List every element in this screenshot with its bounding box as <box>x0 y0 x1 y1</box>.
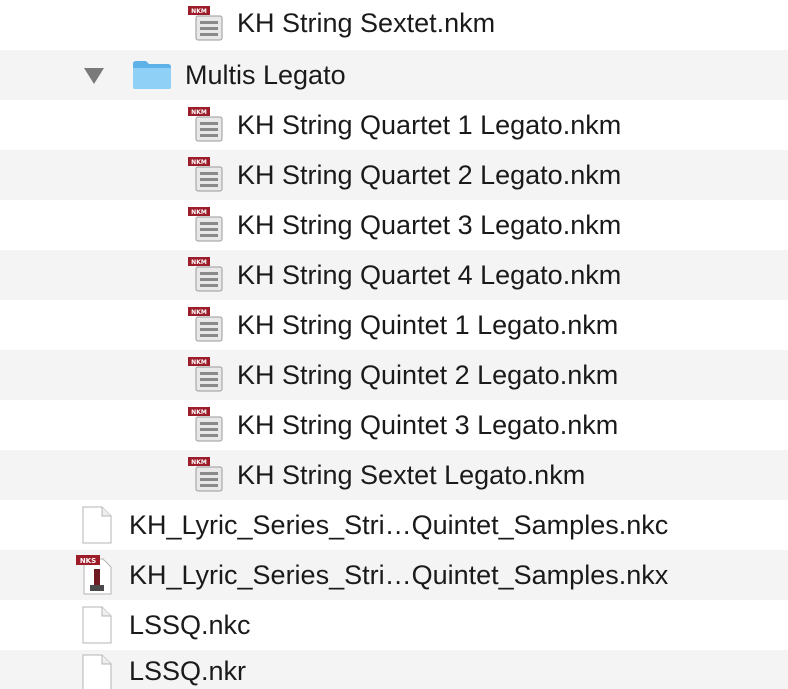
file-name: KH String Quartet 2 Legato.nkm <box>237 159 622 190</box>
nkm-badge-text: NKM <box>191 459 207 466</box>
folder-row[interactable]: Multis Legato <box>0 50 788 100</box>
nkm-file-icon: NKM <box>188 457 223 492</box>
nkm-file-icon: NKM <box>188 257 223 292</box>
nkm-badge-text: NKM <box>191 209 207 216</box>
file-row[interactable]: NKM KH String Quartet 4 Legato.nkm <box>0 250 788 300</box>
file-name: KH String Sextet.nkm <box>237 8 496 38</box>
finder-list-view: NKM KH String Sextet.nkm Multis Legato N… <box>0 0 788 689</box>
nkm-badge-text: NKM <box>191 109 207 116</box>
nkm-badge-text: NKM <box>191 359 207 366</box>
nkm-file-icon: NKM <box>188 307 223 342</box>
nkm-badge-text: NKM <box>191 409 207 416</box>
nkm-file-icon: NKM <box>188 6 223 41</box>
file-row[interactable]: NKM KH String Quartet 1 Legato.nkm <box>0 100 788 150</box>
disclosure-triangle-icon[interactable] <box>84 68 104 84</box>
file-row[interactable]: LSSQ.nkc <box>0 600 788 650</box>
file-name: KH String Quartet 3 Legato.nkm <box>237 209 622 240</box>
file-name: KH String Quartet 1 Legato.nkm <box>237 109 622 140</box>
file-name: KH_Lyric_Series_Stri…Quintet_Samples.nkc <box>129 509 669 540</box>
file-row[interactable]: LSSQ.nkr <box>0 650 788 689</box>
file-name: KH_Lyric_Series_Stri…Quintet_Samples.nkx <box>129 559 669 590</box>
file-row[interactable]: NKM KH String Quartet 2 Legato.nkm <box>0 150 788 200</box>
document-icon <box>82 506 112 544</box>
file-name: KH String Sextet Legato.nkm <box>237 459 586 490</box>
file-name: KH String Quintet 3 Legato.nkm <box>237 409 619 440</box>
nks-badge-text: NKS <box>80 557 96 565</box>
nkm-file-icon: NKM <box>188 207 223 242</box>
file-row[interactable]: NKM KH String Sextet Legato.nkm <box>0 450 788 500</box>
nkm-badge-text: NKM <box>191 259 207 266</box>
file-row[interactable]: NKS KH_Lyric_Series_Stri…Quintet_Samples… <box>0 550 788 600</box>
file-name: KH String Quartet 4 Legato.nkm <box>237 259 622 290</box>
file-name: KH String Quintet 1 Legato.nkm <box>237 309 619 340</box>
nkm-badge-text: NKM <box>191 159 207 166</box>
file-name: KH String Quintet 2 Legato.nkm <box>237 359 619 390</box>
nks-file-icon: NKS <box>76 555 112 595</box>
file-name: LSSQ.nkr <box>129 656 247 686</box>
file-row[interactable]: NKM KH String Quintet 3 Legato.nkm <box>0 400 788 450</box>
nkm-badge-text: NKM <box>191 309 207 316</box>
nkm-file-icon: NKM <box>188 357 223 392</box>
document-icon <box>82 654 112 689</box>
nkm-badge-text: NKM <box>191 8 207 15</box>
folder-icon <box>133 61 171 89</box>
file-row[interactable]: NKM KH String Quartet 3 Legato.nkm <box>0 200 788 250</box>
nkm-file-icon: NKM <box>188 157 223 192</box>
file-row[interactable]: NKM KH String Quintet 1 Legato.nkm <box>0 300 788 350</box>
file-row[interactable]: NKM KH String Sextet.nkm <box>0 0 788 47</box>
file-row[interactable]: NKM KH String Quintet 2 Legato.nkm <box>0 350 788 400</box>
nkm-file-icon: NKM <box>188 407 223 442</box>
folder-name: Multis Legato <box>185 59 346 90</box>
file-name: LSSQ.nkc <box>129 609 251 640</box>
file-row[interactable]: KH_Lyric_Series_Stri…Quintet_Samples.nkc <box>0 500 788 550</box>
nkm-file-icon: NKM <box>188 107 223 142</box>
document-icon <box>82 606 112 644</box>
